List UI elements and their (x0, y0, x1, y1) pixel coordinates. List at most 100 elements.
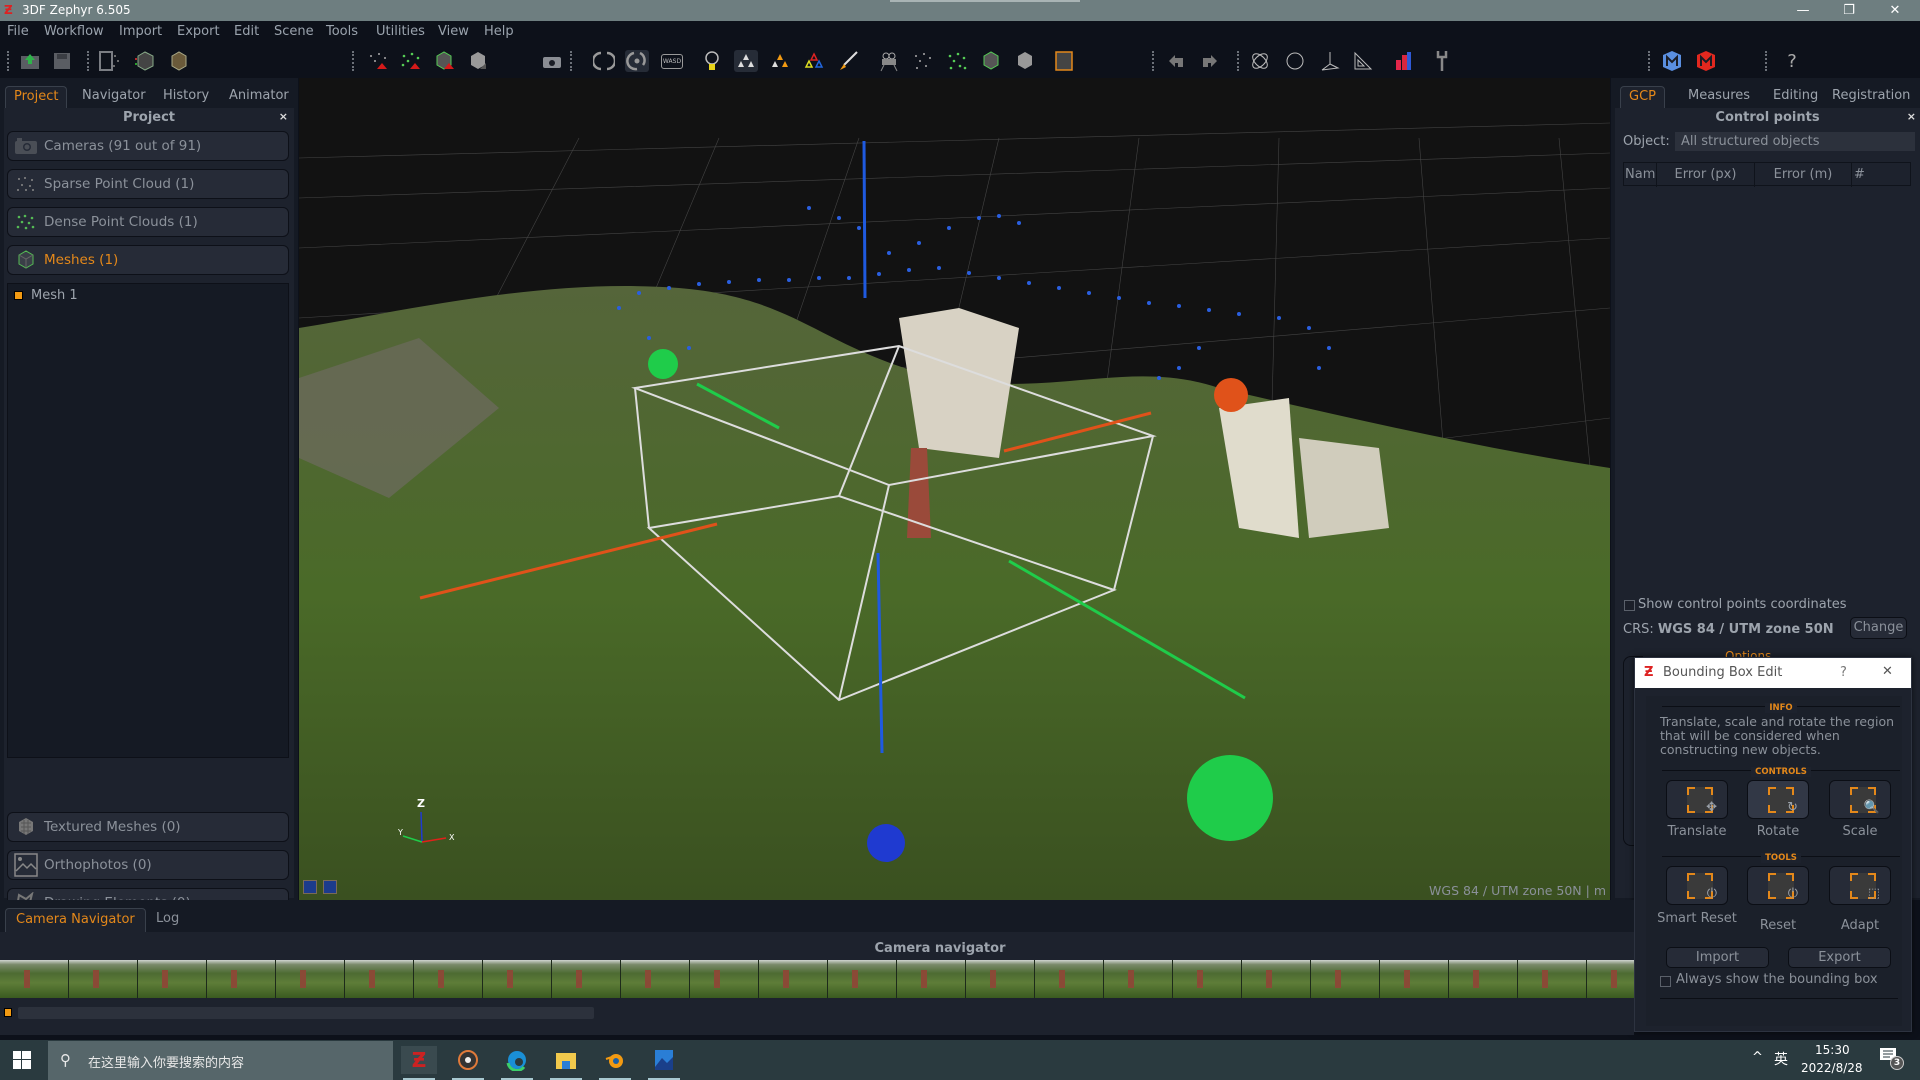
brush-icon[interactable] (836, 50, 860, 72)
tab-project[interactable]: Project (5, 86, 68, 108)
windows-start-icon[interactable] (13, 1051, 31, 1073)
panel-close-icon[interactable]: × (279, 110, 288, 123)
sparse-region-icon[interactable] (98, 50, 122, 72)
tray-chevron-icon[interactable]: ^ (1752, 1050, 1763, 1065)
bounding-box-icon[interactable] (1052, 50, 1076, 72)
camera-thumbnail[interactable] (759, 960, 828, 998)
3dfm-icon[interactable] (1660, 50, 1684, 72)
help-icon[interactable]: ? (1780, 50, 1804, 72)
z-handle[interactable] (867, 824, 905, 862)
change-crs-button[interactable]: Change (1850, 617, 1907, 639)
color-points-icon[interactable] (802, 50, 826, 72)
camera-thumbnail[interactable] (1242, 960, 1311, 998)
menu-help[interactable]: Help (484, 24, 514, 39)
wrench-icon[interactable] (1430, 50, 1454, 72)
camera-thumbnail[interactable] (69, 960, 138, 998)
camera-thumbnail[interactable] (138, 960, 207, 998)
menu-utilities[interactable]: Utilities (376, 24, 425, 39)
camera-thumbnail[interactable] (1035, 960, 1104, 998)
column-error-px[interactable]: Error (px) (1657, 163, 1755, 187)
textured-cube-icon[interactable] (167, 50, 191, 72)
camera-thumbnail[interactable] (897, 960, 966, 998)
toolbar-grip[interactable] (352, 51, 355, 71)
save-icon[interactable] (50, 50, 74, 72)
toolbar-grip[interactable] (87, 51, 90, 71)
tab-camera-navigator[interactable]: Camera Navigator (5, 908, 146, 932)
tab-editing[interactable]: Editing (1765, 86, 1826, 108)
camera-thumbnail[interactable] (828, 960, 897, 998)
menu-workflow[interactable]: Workflow (44, 24, 104, 39)
notification-icon[interactable]: 3 (1880, 1048, 1904, 1072)
light-bulb-icon[interactable] (700, 50, 724, 72)
tab-navigator[interactable]: Navigator (74, 86, 154, 108)
sparse-view-icon[interactable] (911, 50, 935, 72)
menu-edit[interactable]: Edit (234, 24, 259, 39)
tab-animator[interactable]: Animator (221, 86, 297, 108)
object-select[interactable]: All structured objects (1675, 132, 1915, 151)
column-name[interactable]: Name (1624, 163, 1657, 187)
camera-filmstrip[interactable] (0, 960, 1634, 998)
edge-icon[interactable] (499, 1046, 535, 1080)
y-handle-far[interactable] (1187, 755, 1273, 841)
toolbar-grip[interactable] (570, 51, 573, 71)
camera-icon[interactable] (540, 50, 564, 72)
dialog-title-bar[interactable]: Ƶ Bounding Box Edit ? ✕ (1635, 658, 1911, 688)
rotate-orbit-icon[interactable] (592, 50, 616, 72)
reset-button[interactable]: ⏻ (1747, 866, 1809, 905)
3d-viewport[interactable]: Z Y X WGS 84 / UTM zone 50N | m (299, 78, 1610, 900)
clock-time[interactable]: 15:30 (1815, 1043, 1850, 1057)
toolbar-grip[interactable] (1648, 51, 1651, 71)
camera-thumbnail[interactable] (414, 960, 483, 998)
dense-cloud-icon[interactable] (133, 50, 157, 72)
redo-icon[interactable] (1198, 50, 1222, 72)
scale-button[interactable]: 🔍 (1829, 780, 1891, 819)
orbit-icon[interactable] (1248, 50, 1272, 72)
camera-thumbnail[interactable] (345, 960, 414, 998)
close-button[interactable]: ✕ (1872, 0, 1918, 21)
camera-thumbnail[interactable] (1449, 960, 1518, 998)
restore-button[interactable]: ❐ (1826, 0, 1872, 21)
show-coords-checkbox[interactable] (1624, 600, 1635, 611)
circle-select-icon[interactable] (1283, 50, 1307, 72)
tab-log[interactable]: Log (146, 908, 189, 932)
media-player-icon[interactable] (450, 1046, 486, 1080)
dense-select-icon[interactable] (399, 50, 423, 72)
sparse-select-icon[interactable] (366, 50, 390, 72)
camera-thumbnail[interactable] (621, 960, 690, 998)
viewport-mode-button[interactable] (323, 880, 337, 894)
camera-thumbnail[interactable] (483, 960, 552, 998)
minimize-button[interactable]: — (1780, 0, 1826, 21)
camera-thumbnail[interactable] (1311, 960, 1380, 998)
category-sparse-point-cloud[interactable]: Sparse Point Cloud (1) (7, 169, 289, 199)
toolbar-grip[interactable] (1152, 51, 1155, 71)
photos-icon[interactable] (646, 1046, 682, 1080)
always-show-checkbox[interactable] (1660, 976, 1671, 987)
camera-thumbnail[interactable] (966, 960, 1035, 998)
tab-gcp[interactable]: GCP (1620, 86, 1665, 108)
mesh-view-icon[interactable] (979, 50, 1003, 72)
undo-icon[interactable] (1164, 50, 1188, 72)
dialog-help-button[interactable]: ? (1840, 665, 1847, 680)
mesh-select-icon[interactable] (433, 50, 457, 72)
axis-icon[interactable] (1317, 50, 1341, 72)
menu-scene[interactable]: Scene (274, 24, 314, 39)
menu-import[interactable]: Import (119, 24, 162, 39)
blender-icon[interactable] (597, 1046, 633, 1080)
ruler-icon[interactable] (1351, 50, 1375, 72)
menu-file[interactable]: File (7, 24, 29, 39)
y-handle-near[interactable] (648, 349, 678, 379)
rotate-button[interactable]: ↻ (1747, 780, 1809, 819)
3df-zephyr-icon[interactable]: Ƶ (401, 1046, 437, 1080)
wasd-icon[interactable]: WASD (660, 50, 684, 72)
camera-thumbnail[interactable] (552, 960, 621, 998)
taskbar-search[interactable]: ⚲ 在这里输入你要搜索的内容 (48, 1041, 393, 1080)
category-meshes[interactable]: Meshes (1) (7, 245, 289, 275)
tab-measures[interactable]: Measures (1680, 86, 1758, 108)
menu-tools[interactable]: Tools (326, 24, 358, 39)
chart-icon[interactable] (1391, 50, 1415, 72)
camera-path-icon[interactable] (877, 50, 901, 72)
camera-thumbnail[interactable] (0, 960, 69, 998)
rotate-center-icon[interactable] (625, 50, 649, 72)
panel-close-icon[interactable]: × (1907, 110, 1916, 123)
ime-indicator[interactable]: 英 (1774, 1049, 1788, 1069)
